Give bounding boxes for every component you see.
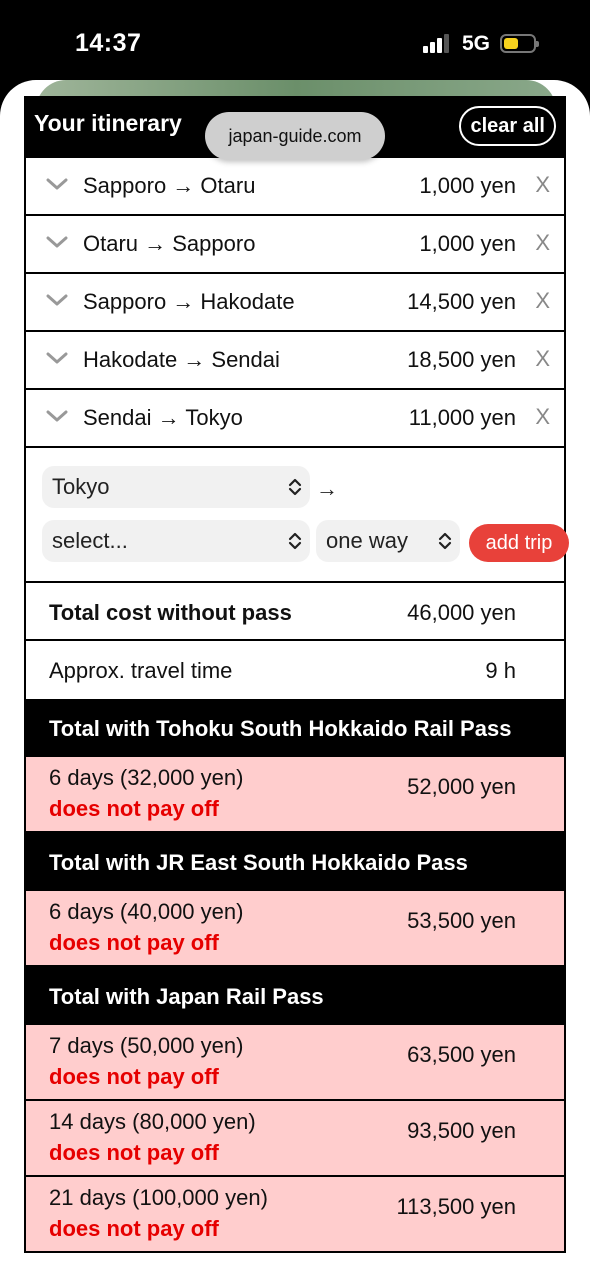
chevron-down-icon[interactable] [46, 235, 68, 249]
pass-option-row: 14 days (80,000 yen) does not pay off 93,5… [26, 1101, 564, 1177]
signal-icon [423, 33, 453, 53]
trip-row[interactable]: Otaru → Sapporo 1,000 yen X [26, 216, 564, 274]
url-bar[interactable]: japan-guide.com [205, 112, 385, 160]
trip-cost: 14,500 yen [407, 289, 516, 314]
trip-route: Sendai → Tokyo [83, 405, 243, 430]
travel-time-label: Approx. travel time [49, 658, 233, 683]
trip-cost: 18,500 yen [407, 347, 516, 372]
pass-verdict: does not pay off [49, 930, 219, 955]
pass-verdict: does not pay off [49, 1140, 219, 1165]
pass-option-row: 6 days (32,000 yen) does not pay off 52,00… [26, 757, 564, 833]
from-station-value: Tokyo [52, 474, 110, 499]
itinerary-title: Your itinerary [34, 110, 182, 136]
pass-days: 7 days (50,000 yen) [49, 1033, 244, 1058]
trip-row[interactable]: Sendai → Tokyo 11,000 yen X [26, 390, 564, 448]
pass-days: 14 days (80,000 yen) [49, 1109, 256, 1134]
pass-option-row: 7 days (50,000 yen) does not pay off 63,50… [26, 1025, 564, 1101]
itinerary-widget: Your itinerary clear all Sapporo → Otaru… [24, 96, 569, 1253]
trip-route: Sapporo → Otaru [83, 173, 256, 198]
travel-time-row: Approx. travel time 9 h [26, 641, 564, 699]
from-station-select[interactable]: Tokyo [42, 466, 310, 508]
pass-verdict: does not pay off [49, 1064, 219, 1089]
trip-route: Sapporo → Hakodate [83, 289, 295, 314]
to-station-select[interactable]: select... [42, 520, 310, 562]
chevron-down-icon[interactable] [46, 293, 68, 307]
to-station-value: select... [52, 528, 128, 553]
trip-route: Hakodate → Sendai [83, 347, 280, 372]
pass-heading: Total with Japan Rail Pass [26, 967, 564, 1025]
trip-row[interactable]: Hakodate → Sendai 18,500 yen X [26, 332, 564, 390]
trip-cost: 1,000 yen [419, 173, 516, 198]
total-cost-label: Total cost without pass [49, 600, 292, 625]
pass-heading: Total with Tohoku South Hokkaido Rail Pa… [26, 699, 564, 757]
status-bar: 14:37 5G [0, 0, 590, 88]
clear-all-button[interactable]: clear all [459, 106, 556, 146]
pass-total: 52,000 yen [407, 774, 516, 799]
pass-verdict: does not pay off [49, 796, 219, 821]
pass-total: 63,500 yen [407, 1042, 516, 1067]
trip-route: Otaru → Sapporo [83, 231, 256, 256]
pass-days: 6 days (40,000 yen) [49, 899, 244, 924]
chevron-down-icon[interactable] [46, 351, 68, 365]
travel-time-value: 9 h [485, 658, 516, 683]
remove-trip-button[interactable]: X [535, 172, 550, 198]
pass-verdict: does not pay off [49, 1216, 219, 1241]
chevron-down-icon[interactable] [46, 409, 68, 423]
pass-total: 93,500 yen [407, 1118, 516, 1143]
add-trip-form: Tokyo → select... one way add trip [26, 450, 569, 583]
remove-trip-button[interactable]: X [535, 404, 550, 430]
battery-icon [500, 34, 539, 53]
pass-option-row: 21 days (100,000 yen) does not pay off 113… [26, 1177, 564, 1253]
total-cost-row: Total cost without pass 46,000 yen [26, 583, 564, 641]
remove-trip-button[interactable]: X [535, 230, 550, 256]
pass-heading-label: Total with Japan Rail Pass [49, 984, 324, 1009]
remove-trip-button[interactable]: X [535, 346, 550, 372]
trip-type-select[interactable]: one way [316, 520, 460, 562]
add-trip-button[interactable]: add trip [469, 524, 569, 562]
pass-total: 113,500 yen [396, 1194, 516, 1219]
pass-days: 21 days (100,000 yen) [49, 1185, 268, 1210]
trip-type-value: one way [326, 528, 408, 553]
remove-trip-button[interactable]: X [535, 288, 550, 314]
chevron-down-icon[interactable] [46, 177, 68, 191]
total-cost-value: 46,000 yen [407, 600, 516, 625]
trip-row[interactable]: Sapporo → Otaru 1,000 yen X [26, 158, 564, 216]
select-updown-icon [288, 478, 302, 496]
select-updown-icon [438, 532, 452, 550]
trip-cost: 1,000 yen [419, 231, 516, 256]
select-updown-icon [288, 532, 302, 550]
pass-heading: Total with JR East South Hokkaido Pass [26, 833, 564, 891]
pass-days: 6 days (32,000 yen) [49, 765, 244, 790]
route-arrow: → [316, 476, 338, 501]
trip-row[interactable]: Sapporo → Hakodate 14,500 yen X [26, 274, 564, 332]
pass-total: 53,500 yen [407, 908, 516, 933]
trip-cost: 11,000 yen [408, 405, 516, 430]
pass-heading-label: Total with JR East South Hokkaido Pass [49, 850, 468, 875]
pass-option-row: 6 days (40,000 yen) does not pay off 53,50… [26, 891, 564, 967]
pass-heading-label: Total with Tohoku South Hokkaido Rail Pa… [49, 716, 512, 741]
status-time: 14:37 [75, 29, 142, 57]
network-label: 5G [462, 32, 491, 55]
